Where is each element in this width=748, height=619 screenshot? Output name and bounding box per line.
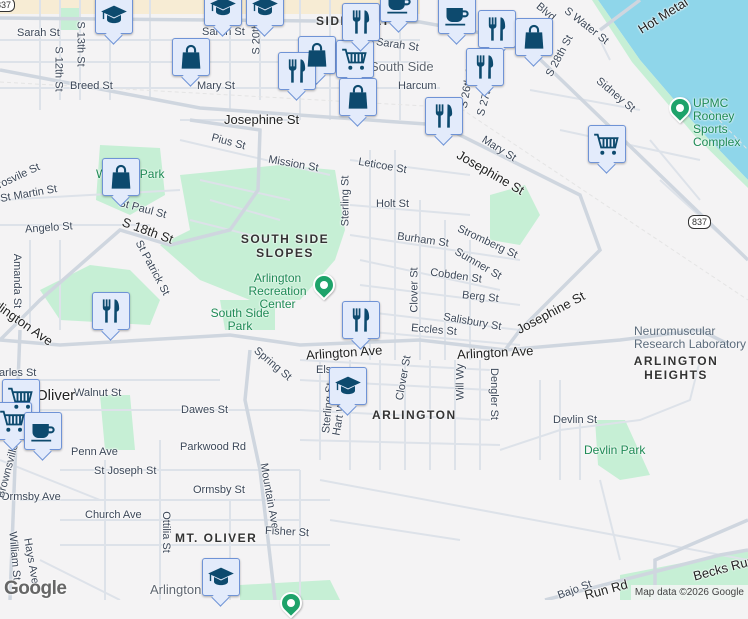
school-marker[interactable]: [95, 0, 133, 34]
street-label: Penn Ave: [71, 446, 118, 458]
route-shield: 837: [688, 215, 712, 229]
fork-knife-icon: [471, 53, 499, 81]
google-logo: Google: [4, 578, 67, 599]
graduation-cap-icon: [209, 0, 237, 21]
coffee-cup-icon: [29, 417, 57, 445]
street-label: Devlin St: [553, 414, 598, 426]
shopping-bag-icon: [107, 163, 135, 191]
shopping-marker[interactable]: [102, 158, 140, 196]
map-attribution[interactable]: Map data ©2026 Google: [630, 585, 748, 600]
street-label: Sarah St: [17, 27, 60, 39]
shopping-cart-icon: [0, 407, 27, 435]
shopping-bag-icon: [344, 83, 372, 111]
street-label: Harcum: [398, 80, 437, 92]
graduation-cap-icon: [207, 563, 235, 591]
fork-knife-icon: [430, 102, 458, 130]
area-label-south-side-slopes: SOUTH SIDE SLOPES: [240, 232, 330, 260]
street-label: Charles St: [0, 367, 37, 379]
poi-label: Neuromuscular Research Laboratory: [634, 324, 747, 351]
graduation-cap-icon: [334, 372, 362, 400]
street-label: Ormsby Ave: [1, 491, 61, 503]
shopping-cart-icon: [341, 45, 369, 73]
shopping-marker[interactable]: [515, 18, 553, 56]
street-label: S 13th St: [74, 21, 87, 67]
street-label: Clover St: [408, 267, 421, 313]
street-label: Mary St: [197, 80, 235, 92]
street-label: Holt St: [376, 198, 410, 210]
area-label-arlington-heights: ARLINGTON HEIGHTS: [633, 354, 719, 382]
street-label: Josephine St: [224, 112, 300, 127]
street-label: Amanda St: [11, 253, 24, 309]
shopping-cart-icon: [593, 130, 621, 158]
restaurant-marker[interactable]: [342, 301, 380, 339]
place-label: South Side: [370, 59, 434, 74]
cafe-marker[interactable]: [380, 0, 418, 22]
coffee-cup-icon: [385, 0, 413, 17]
restaurant-marker[interactable]: [466, 48, 504, 86]
shopping-bag-icon: [520, 23, 548, 51]
street-label: Breed St: [70, 80, 113, 92]
area-label-mt-oliver: MT. OLIVER: [175, 531, 258, 545]
area-label-arlington: ARLINGTON: [372, 408, 457, 422]
restaurant-marker[interactable]: [478, 10, 516, 48]
street-label: Fisher St: [264, 524, 310, 540]
route-shield: 837: [0, 0, 16, 12]
fork-knife-icon: [483, 15, 511, 43]
fork-knife-icon: [347, 8, 375, 36]
shopping-marker[interactable]: [339, 78, 377, 116]
street-label: Walnut St: [74, 387, 122, 399]
fork-knife-icon: [283, 57, 311, 85]
street-label: St Joseph St: [94, 465, 157, 477]
street-label: Parkwood Rd: [180, 441, 247, 453]
fork-knife-icon: [347, 306, 375, 334]
restaurant-marker[interactable]: [92, 292, 130, 330]
cafe-marker[interactable]: [438, 0, 476, 34]
park-label: UPMC Rooney Sports Complex: [693, 96, 741, 149]
park-label: Devlin Park: [584, 443, 646, 457]
street-label: Ormsby St: [193, 484, 245, 496]
restaurant-marker[interactable]: [425, 97, 463, 135]
fork-knife-icon: [97, 297, 125, 325]
street-label: Will Wy: [454, 363, 467, 401]
street-label: S 12th St: [52, 46, 65, 92]
street-label: Church Ave: [85, 509, 142, 521]
restaurant-marker[interactable]: [278, 52, 316, 90]
park-label: South Side Park: [210, 306, 270, 333]
place-label: Oliver: [36, 387, 76, 404]
coffee-cup-icon: [443, 1, 471, 29]
shopping-bag-icon: [177, 43, 205, 71]
school-marker[interactable]: [246, 0, 284, 26]
school-marker[interactable]: [329, 367, 367, 405]
street-label: Dengler St: [487, 368, 500, 420]
street-label: Ottilia St: [159, 511, 172, 553]
grocery-marker[interactable]: [336, 40, 374, 78]
street-label: Dawes St: [181, 404, 229, 416]
place-label: Arlington: [150, 582, 202, 597]
shopping-marker[interactable]: [172, 38, 210, 76]
graduation-cap-icon: [100, 1, 128, 29]
graduation-cap-icon: [251, 0, 279, 21]
school-marker[interactable]: [202, 558, 240, 596]
cafe-marker[interactable]: [24, 412, 62, 450]
school-marker[interactable]: [204, 0, 242, 26]
restaurant-marker[interactable]: [342, 3, 380, 41]
street-label: Sterling St: [339, 175, 352, 227]
grocery-marker[interactable]: [588, 125, 626, 163]
